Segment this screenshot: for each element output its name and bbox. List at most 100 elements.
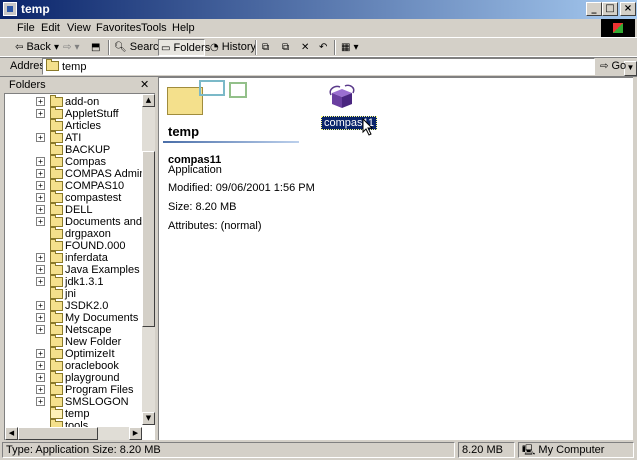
- folder-icon: [50, 347, 63, 359]
- tree-vertical-scrollbar[interactable]: ▲ ▼: [142, 94, 155, 425]
- expand-icon[interactable]: +: [36, 361, 45, 370]
- scroll-thumb[interactable]: [142, 151, 155, 327]
- folder-tree-item[interactable]: + SMSLOGON: [5, 395, 155, 408]
- move-to-button[interactable]: ⧉: [260, 39, 271, 56]
- expand-icon[interactable]: +: [36, 157, 45, 166]
- scroll-thumb[interactable]: [18, 427, 98, 440]
- scroll-left-button[interactable]: ◀: [5, 427, 18, 440]
- info-item-type: Application: [168, 164, 222, 176]
- folder-tree-item-label: compastest: [65, 192, 122, 204]
- folder-icon: [50, 191, 63, 203]
- views-button[interactable]: ▦ ▾: [339, 39, 361, 56]
- folder-tree-item[interactable]: + AppletStuff: [5, 107, 155, 120]
- folder-tree-item[interactable]: + My Documents: [5, 311, 155, 324]
- expand-icon[interactable]: +: [36, 181, 45, 190]
- folder-contents-pane[interactable]: temp compas11 Application Modified: 09/0…: [158, 77, 633, 440]
- window-icon[interactable]: [3, 2, 17, 16]
- back-button[interactable]: ⇦ Back ▾: [13, 39, 61, 56]
- folder-tree-item[interactable]: + oraclebook: [5, 359, 155, 372]
- folder-tree-item[interactable]: +COMPAS Administration: [5, 167, 155, 180]
- expand-icon[interactable]: +: [36, 97, 45, 106]
- folder-tree-item[interactable]: +Documents and Settings: [5, 215, 155, 228]
- folder-tree-item[interactable]: + Netscape: [5, 323, 155, 336]
- folder-tree-item[interactable]: temp: [5, 407, 155, 420]
- expand-icon[interactable]: +: [36, 133, 45, 142]
- folder-tree-item[interactable]: + inferdata: [5, 251, 155, 264]
- title-bar[interactable]: temp _ □ ×: [0, 0, 637, 19]
- folder-tree-item[interactable]: + playground: [5, 371, 155, 384]
- folder-tree-item[interactable]: + add-on: [5, 95, 155, 108]
- folders-icon: ▭: [161, 43, 171, 54]
- folders-button[interactable]: ▭ Folders: [158, 39, 210, 56]
- menu-edit[interactable]: Edit: [41, 22, 60, 34]
- up-folder-button[interactable]: ⬒: [89, 39, 102, 56]
- folder-tree-item[interactable]: New Folder: [5, 335, 155, 348]
- expand-icon[interactable]: +: [36, 205, 45, 214]
- go-arrow-icon: ⇨: [600, 61, 609, 72]
- folder-tree-item[interactable]: + JSDK2.0: [5, 299, 155, 312]
- folder-tree-item-label: temp: [65, 408, 90, 420]
- history-label: History: [221, 41, 257, 53]
- maximize-button[interactable]: □: [602, 2, 618, 16]
- folder-tree-item-label: jdk1.3.1: [65, 276, 104, 288]
- menu-view[interactable]: View: [67, 22, 91, 34]
- folder-tree-item[interactable]: + jdk1.3.1: [5, 275, 155, 288]
- info-attributes: Attributes: (normal): [168, 220, 262, 232]
- folder-tree-item[interactable]: + compastest: [5, 191, 155, 204]
- close-button[interactable]: ×: [620, 2, 636, 16]
- folder-tree-item[interactable]: jni: [5, 287, 155, 300]
- address-value: temp: [62, 61, 87, 73]
- close-folders-pane-button[interactable]: ✕: [140, 78, 149, 91]
- folder-tree-item[interactable]: + Java Examples: [5, 263, 155, 276]
- go-button[interactable]: ⇨ Go: [600, 60, 626, 72]
- folder-tree-item[interactable]: FOUND.000: [5, 239, 155, 252]
- menu-tools[interactable]: Tools: [141, 22, 167, 34]
- folder-tree-item[interactable]: + DELL: [5, 203, 155, 216]
- expand-icon[interactable]: +: [36, 325, 45, 334]
- expand-icon[interactable]: +: [36, 397, 45, 406]
- folder-tree-item[interactable]: drgpaxon: [5, 227, 155, 240]
- up-folder-icon: ⬒: [91, 42, 101, 53]
- expand-icon[interactable]: +: [36, 313, 45, 322]
- menu-favorites[interactable]: Favorites: [96, 22, 141, 34]
- copy-to-button[interactable]: ⧉: [280, 39, 291, 56]
- undo-button[interactable]: ↶: [317, 39, 329, 56]
- open-folder-icon: [50, 407, 63, 419]
- folder-tree-item[interactable]: + Program Files: [5, 383, 155, 396]
- expand-icon[interactable]: +: [36, 265, 45, 274]
- expand-icon[interactable]: +: [36, 253, 45, 262]
- expand-icon[interactable]: +: [36, 373, 45, 382]
- menu-help[interactable]: Help: [172, 22, 195, 34]
- expand-icon[interactable]: +: [36, 385, 45, 394]
- folder-tree-item[interactable]: + Compas: [5, 155, 155, 168]
- expand-icon[interactable]: +: [36, 193, 45, 202]
- expand-icon[interactable]: +: [36, 109, 45, 118]
- scroll-right-button[interactable]: ▶: [129, 427, 142, 440]
- folder-tree-item[interactable]: BACKUP: [5, 143, 155, 156]
- folder-tree-item-label: Program Files: [65, 384, 134, 396]
- folder-icon: [50, 107, 63, 119]
- scroll-down-button[interactable]: ▼: [142, 412, 155, 425]
- tree-horizontal-scrollbar[interactable]: ◀ ▶: [5, 427, 142, 440]
- expand-icon[interactable]: +: [36, 217, 45, 226]
- history-icon: ◔: [210, 42, 219, 53]
- folder-tree-item[interactable]: + OptimizeIt: [5, 347, 155, 360]
- menu-file[interactable]: File: [17, 22, 35, 34]
- expand-icon[interactable]: +: [36, 301, 45, 310]
- delete-button[interactable]: ✕: [299, 39, 311, 56]
- folder-tree-item[interactable]: Articles: [5, 119, 155, 132]
- history-button[interactable]: ◔ History: [208, 39, 258, 56]
- expand-icon[interactable]: +: [36, 169, 45, 178]
- dropdown-arrow-icon: ▾: [53, 42, 60, 53]
- expand-icon[interactable]: +: [36, 277, 45, 286]
- minimize-button[interactable]: _: [586, 2, 602, 16]
- folder-tree[interactable]: + add-on + AppletStuff Articles + ATI BACKUP + Co…: [4, 93, 155, 440]
- address-input[interactable]: temp ▼: [42, 58, 637, 76]
- application-icon[interactable]: [327, 83, 357, 111]
- folder-tree-item[interactable]: + COMPAS10: [5, 179, 155, 192]
- folder-tree-item[interactable]: + ATI: [5, 131, 155, 144]
- expand-icon[interactable]: +: [36, 349, 45, 358]
- folder-tree-item-label: JSDK2.0: [65, 300, 109, 312]
- scroll-up-button[interactable]: ▲: [142, 94, 155, 107]
- forward-button[interactable]: ⇨ ▾: [61, 39, 81, 56]
